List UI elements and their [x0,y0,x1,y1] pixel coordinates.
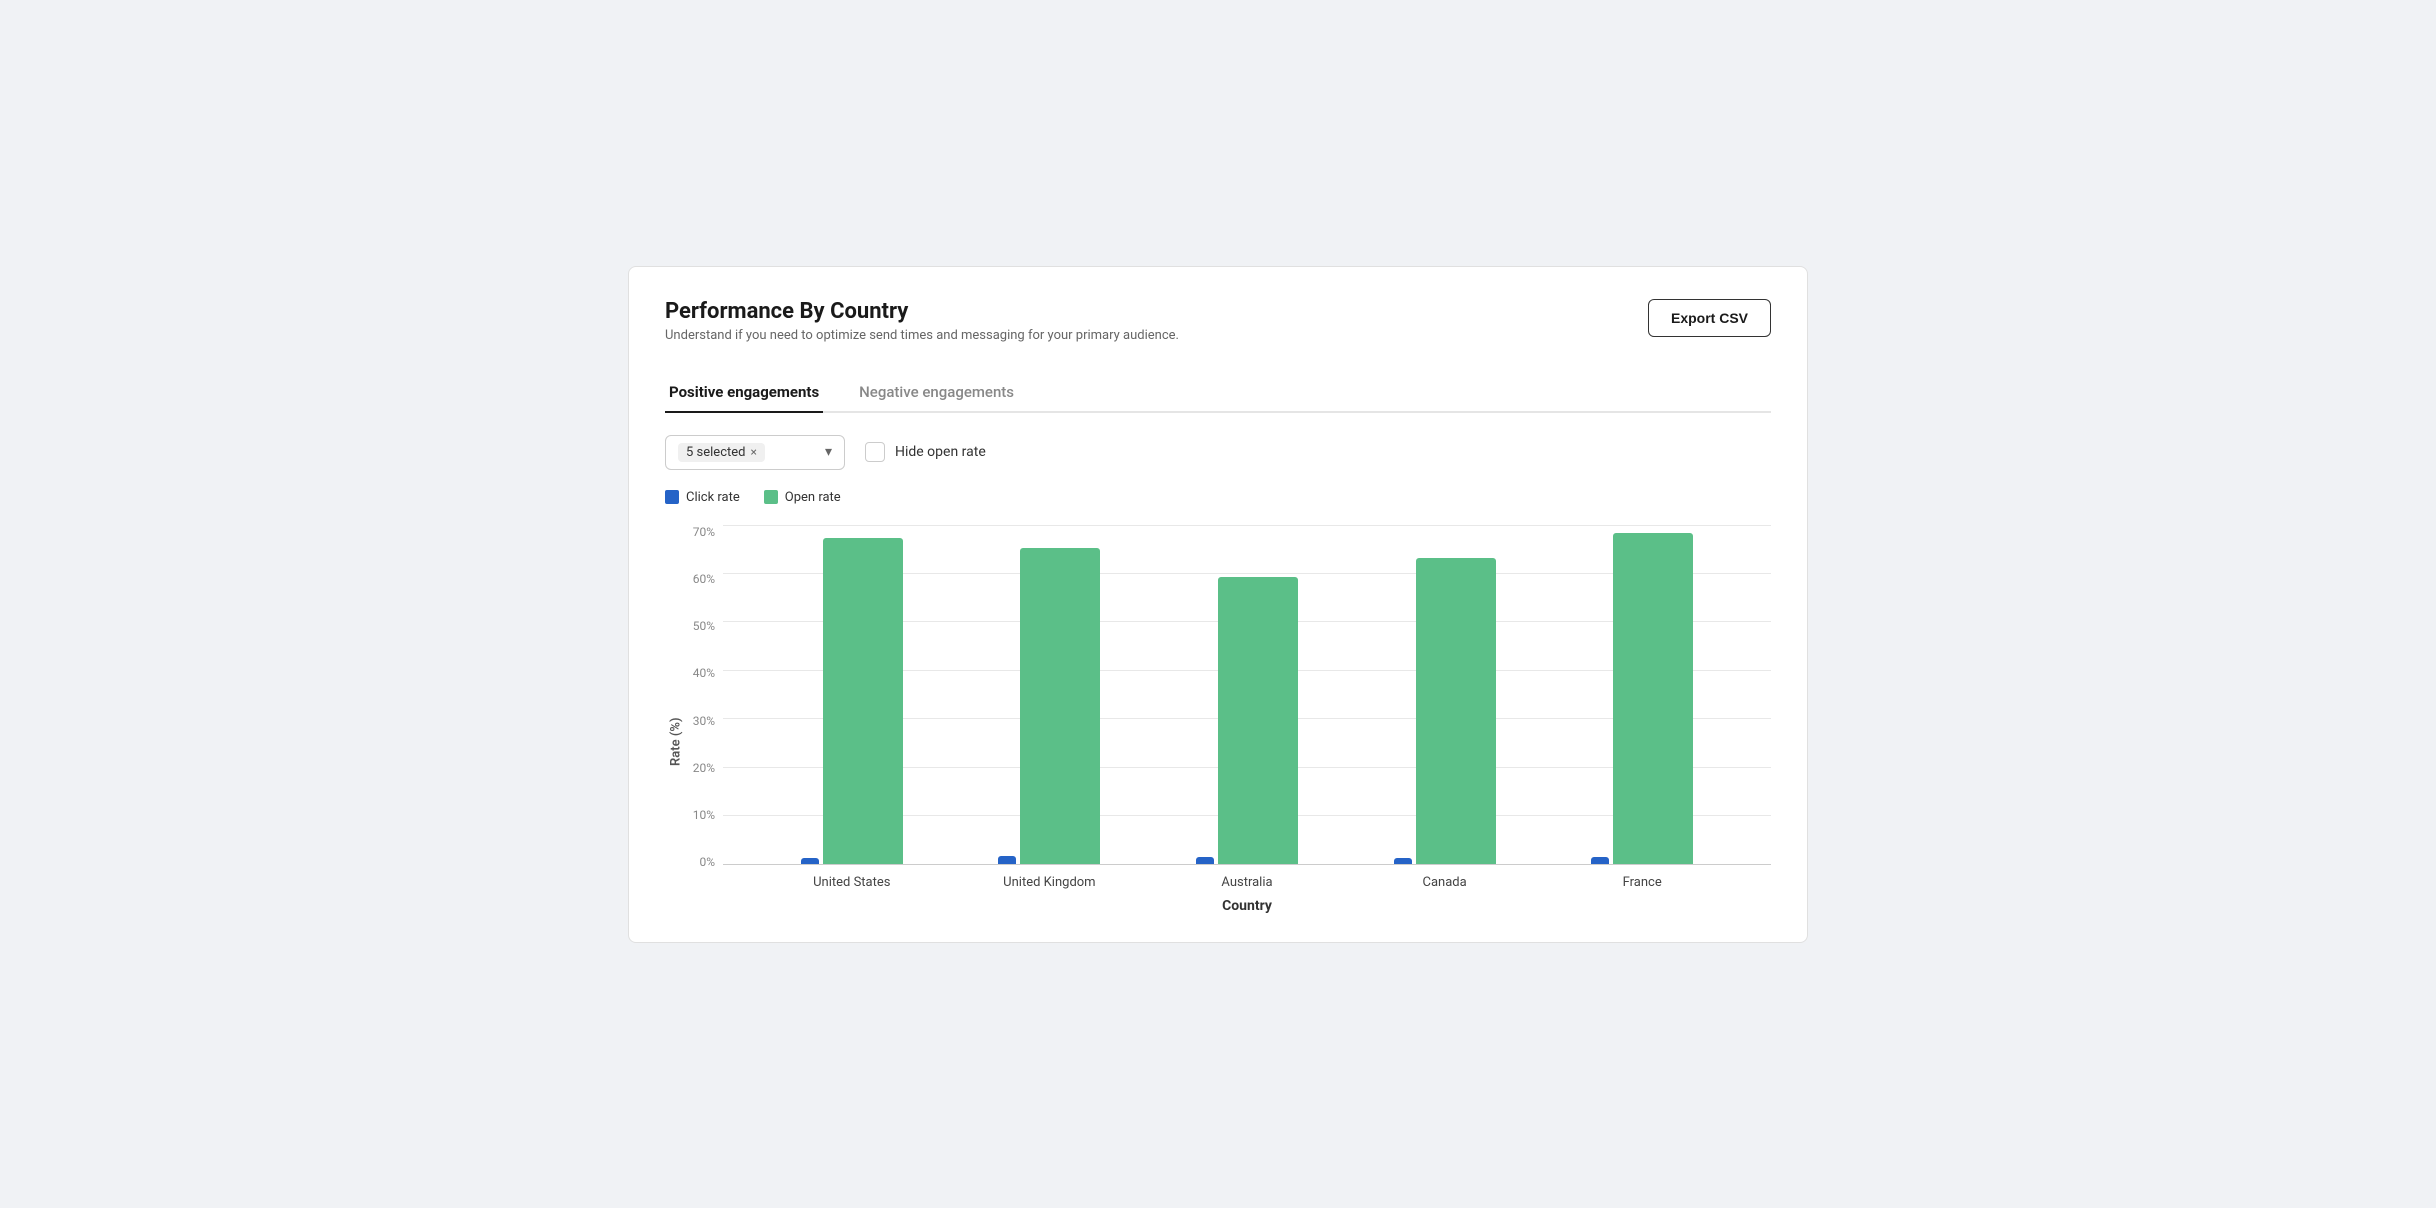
y-axis-label: Rate (%) [665,525,687,914]
selected-count-label: 5 selected [686,445,745,460]
bar-group-uk [951,548,1149,864]
bar-open-uk [1020,548,1100,864]
chart-legend: Click rate Open rate [665,490,1771,505]
hide-open-rate-control[interactable]: Hide open rate [865,442,986,462]
bar-group-au [1148,577,1346,864]
y-axis-label-text: Rate (%) [669,717,684,766]
bar-click-uk [998,856,1016,863]
y-tick-labels: 70% 60% 50% 40% 30% 20% 10% 0% [687,525,723,914]
y-tick-1: 10% [693,808,715,822]
y-tick-3: 30% [693,714,715,728]
y-tick-5: 50% [693,619,715,633]
bar-open-fr [1613,533,1693,863]
bar-group-us [753,538,951,863]
open-rate-color-swatch [764,490,778,504]
legend-click-rate: Click rate [665,490,740,505]
y-tick-2: 20% [693,761,715,775]
hide-open-rate-checkbox[interactable] [865,442,885,462]
x-label-au: Australia [1148,875,1346,890]
bar-open-us [823,538,903,863]
bars-row [723,525,1771,864]
x-label-ca: Canada [1346,875,1544,890]
legend-open-rate: Open rate [764,490,841,505]
open-rate-label: Open rate [785,490,841,505]
bars-and-grid [723,525,1771,865]
bar-click-fr [1591,857,1609,864]
performance-by-country-card: Performance By Country Understand if you… [628,266,1808,943]
bar-click-ca [1394,858,1412,863]
x-axis-title: Country [723,898,1771,914]
dropdown-arrow-icon: ▾ [825,444,832,460]
header-text: Performance By Country Understand if you… [665,299,1179,367]
bar-open-au [1218,577,1298,864]
hide-open-rate-label: Hide open rate [895,444,986,460]
bar-click-us [801,858,819,864]
y-tick-6: 60% [693,572,715,586]
bar-group-ca [1346,558,1544,864]
tabs-container: Positive engagements Negative engagement… [665,373,1771,413]
bar-open-ca [1416,558,1496,864]
export-csv-button[interactable]: Export CSV [1648,299,1771,337]
selected-badge: 5 selected × [678,443,765,462]
x-label-uk: United Kingdom [951,875,1149,890]
card-title: Performance By Country [665,299,1179,324]
tab-negative-engagements[interactable]: Negative engagements [855,373,1018,413]
chart-outer: Rate (%) 70% 60% 50% 40% 30% 20% 10% 0% [665,525,1771,914]
x-label-us: United States [753,875,951,890]
x-axis-labels: United States United Kingdom Australia C… [723,865,1771,894]
header-row: Performance By Country Understand if you… [665,299,1771,367]
chart-area: United States United Kingdom Australia C… [723,525,1771,914]
y-tick-0: 0% [699,855,715,869]
bar-group-fr [1543,533,1741,863]
bar-click-au [1196,857,1214,863]
country-filter-dropdown[interactable]: 5 selected × ▾ [665,435,845,470]
tab-positive-engagements[interactable]: Positive engagements [665,373,823,413]
y-tick-7: 70% [693,525,715,539]
card-subtitle: Understand if you need to optimize send … [665,328,1179,343]
clear-selection-icon[interactable]: × [750,445,756,459]
controls-row: 5 selected × ▾ Hide open rate [665,435,1771,470]
click-rate-label: Click rate [686,490,740,505]
click-rate-color-swatch [665,490,679,504]
x-label-fr: France [1543,875,1741,890]
y-tick-4: 40% [693,666,715,680]
